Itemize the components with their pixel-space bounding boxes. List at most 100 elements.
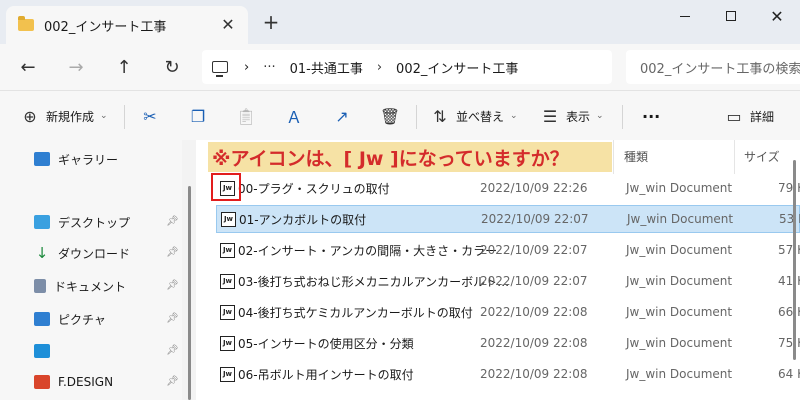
pin-icon: 📌︎	[166, 345, 179, 356]
table-row[interactable]: Jw 06-吊ボルト用インサートの取付 2022/10/09 22:08 Jw_…	[216, 360, 800, 388]
pin-icon: 📌︎	[166, 247, 179, 258]
sidebar-item-monitor[interactable]	[34, 340, 58, 362]
chevron-down-icon: ⌄	[510, 111, 518, 121]
pin-icon: 📌︎	[166, 376, 179, 387]
cut-button[interactable]: ✂	[140, 103, 160, 129]
divider	[622, 105, 623, 129]
details-pane-icon: ▭	[726, 106, 742, 126]
file-type: Jw_win Document	[627, 212, 734, 226]
download-icon: ↓	[35, 244, 49, 262]
share-icon: ↗	[335, 106, 349, 126]
close-icon: ✕	[770, 6, 784, 26]
pin-icon: 📌︎	[166, 216, 179, 227]
sidebar-item-desktop[interactable]: デスクトップ	[34, 211, 130, 233]
minimize-button[interactable]	[662, 0, 708, 32]
search-input[interactable]: 002_インサート工事の検索	[626, 50, 800, 84]
view-button[interactable]: ☰ 表示 ⌄	[540, 103, 604, 129]
file-size: 41 K	[778, 274, 800, 288]
breadcrumb-chevron-icon: ›	[376, 59, 383, 75]
table-row-selected[interactable]: Jw 01-アンカボルトの取付 2022/10/09 22:07 Jw_win …	[216, 205, 800, 233]
address-row: ← → ↑ ↻ › ··· 01-共通工事 › 002_インサート工事 002_…	[0, 44, 800, 90]
sidebar-item-documents[interactable]: ドキュメント	[34, 275, 126, 297]
sidebar-item-pictures[interactable]: ピクチャ	[34, 308, 106, 330]
file-type: Jw_win Document	[626, 243, 733, 257]
plus-icon[interactable]: +	[260, 12, 282, 34]
close-window-button[interactable]: ✕	[754, 0, 800, 32]
copy-button[interactable]: ❐	[188, 103, 208, 129]
title-bar: 002_インサート工事 ✕ + ✕	[0, 0, 800, 44]
file-date: 2022/10/09 22:08	[480, 336, 588, 350]
sidebar-scrollbar[interactable]	[188, 186, 191, 400]
fdesign-icon	[34, 375, 50, 389]
pin-icon: 📌︎	[166, 280, 179, 291]
jw-file-icon: Jw	[220, 366, 235, 382]
more-options-button[interactable]: ···	[636, 103, 660, 129]
file-name: 06-吊ボルト用インサートの取付	[238, 367, 414, 382]
sidebar-item-label: F.DESIGN	[58, 375, 114, 389]
file-size: 66 K	[778, 305, 800, 319]
sort-icon: ⇅	[433, 106, 447, 126]
forward-button[interactable]: →	[60, 52, 92, 82]
file-name: 03-後打ち式おねじ形メカニカルアンカーボルト…	[238, 274, 510, 289]
breadcrumb-item[interactable]: 01-共通工事	[290, 58, 363, 77]
highlight-box	[211, 173, 241, 201]
documents-icon	[34, 279, 46, 293]
sidebar-item-fdesign[interactable]: F.DESIGN	[34, 371, 113, 393]
pictures-icon	[34, 312, 50, 326]
file-size: 64 K	[778, 367, 800, 381]
rename-button[interactable]: Ａ	[284, 103, 304, 129]
details-pane-button[interactable]: ▭ 詳細	[724, 103, 774, 129]
sidebar-item-label: ピクチャ	[58, 312, 106, 327]
chevron-down-icon: ⌄	[596, 111, 604, 121]
new-button[interactable]: ⊕ 新規作成 ⌄	[20, 103, 107, 129]
file-name: 00-プラグ・スクリュの取付	[238, 181, 390, 196]
file-size: 53 K	[779, 212, 800, 226]
maximize-button[interactable]	[708, 0, 754, 32]
sort-button[interactable]: ⇅ 並べ替え ⌄	[430, 103, 518, 129]
file-date: 2022/10/09 22:07	[481, 212, 589, 226]
table-row[interactable]: Jw 03-後打ち式おねじ形メカニカルアンカーボルト… 2022/10/09 2…	[216, 267, 800, 295]
breadcrumb-item[interactable]: 002_インサート工事	[396, 58, 518, 77]
sidebar-item-label: ドキュメント	[54, 279, 127, 294]
table-row[interactable]: Jw 04-後打ち式ケミカルアンカーボルトの取付 2022/10/09 22:0…	[216, 298, 800, 326]
copy-icon: ❐	[190, 106, 206, 126]
column-header-type[interactable]: 種類	[624, 148, 648, 165]
refresh-button[interactable]: ↻	[156, 52, 188, 82]
file-list-scrollbar[interactable]	[793, 160, 796, 360]
view-list-icon: ☰	[542, 106, 558, 126]
back-button[interactable]: ←	[12, 52, 44, 82]
command-bar: ⊕ 新規作成 ⌄ ✂ ❐ 📋︎ Ａ ↗ 🗑︎ ⇅ 並べ替え ⌄ ☰ 表示 ⌄ ·…	[0, 90, 800, 140]
file-size: 57 K	[778, 243, 800, 257]
rename-icon: Ａ	[285, 108, 302, 127]
table-row[interactable]: Jw 00-プラグ・スクリュの取付 2022/10/09 22:26 Jw_wi…	[216, 174, 800, 202]
gallery-icon	[34, 152, 50, 166]
paste-button[interactable]: 📋︎	[236, 103, 256, 129]
annotation-banner: ※アイコンは、[ Jw ]になっていますか？	[208, 142, 612, 172]
file-size: 79 K	[778, 181, 800, 195]
share-button[interactable]: ↗	[332, 103, 352, 129]
scissors-icon: ✂	[143, 106, 157, 126]
delete-button[interactable]: 🗑︎	[380, 103, 400, 129]
table-row[interactable]: Jw 05-インサートの使用区分・分類 2022/10/09 22:08 Jw_…	[216, 329, 800, 357]
navigation-pane: ギャラリー デスクトップ 📌︎ ↓ ダウンロード 📌︎ ドキュメント 📌︎ ピク…	[0, 140, 182, 400]
tab-current-folder[interactable]: 002_インサート工事 ✕	[6, 6, 248, 44]
column-divider	[734, 140, 735, 174]
divider	[416, 105, 417, 129]
table-row[interactable]: Jw 02-インサート・アンカの間隔・大きさ・カラー 2022/10/09 22…	[216, 236, 800, 264]
jw-file-icon: Jw	[220, 273, 235, 289]
sidebar-item-downloads[interactable]: ↓ ダウンロード	[34, 242, 130, 264]
sort-label: 並べ替え	[456, 109, 505, 124]
close-tab-icon[interactable]: ✕	[218, 15, 238, 35]
divider	[124, 105, 125, 129]
file-type: Jw_win Document	[626, 336, 733, 350]
new-label: 新規作成	[46, 109, 95, 124]
sidebar-item-label: デスクトップ	[58, 215, 131, 230]
address-bar[interactable]: › ··· 01-共通工事 › 002_インサート工事	[202, 50, 612, 84]
maximize-icon	[726, 11, 736, 21]
column-header-size[interactable]: サイズ	[744, 148, 780, 165]
desktop-icon	[34, 215, 50, 229]
up-button[interactable]: ↑	[108, 52, 140, 82]
sidebar-item-gallery[interactable]: ギャラリー	[34, 148, 118, 170]
breadcrumb-more[interactable]: ···	[263, 60, 275, 75]
clipboard-icon: 📋︎	[235, 106, 257, 126]
